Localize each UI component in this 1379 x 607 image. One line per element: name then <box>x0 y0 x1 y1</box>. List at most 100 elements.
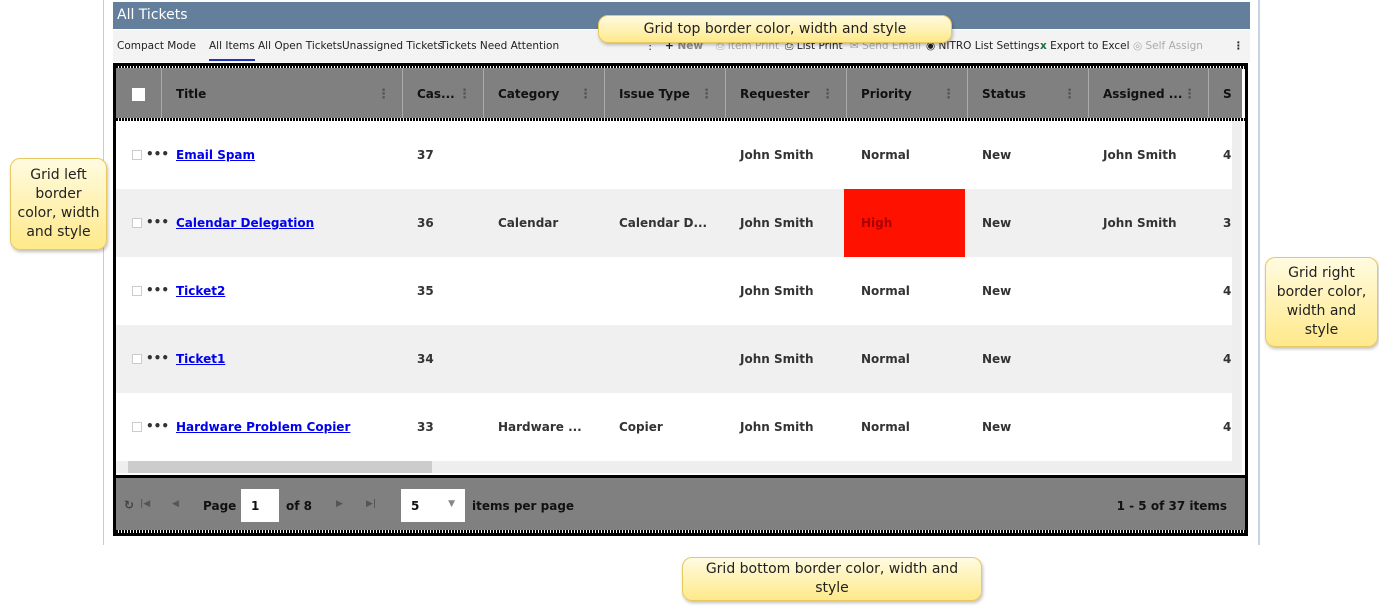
cell-priority: Normal <box>861 352 910 366</box>
ticket-link[interactable]: Ticket1 <box>176 352 225 366</box>
cell-assigned: John Smith <box>1103 148 1177 162</box>
tickets-grid: Title ⋮ Cas... ⋮ Category ⋮ Issue Type ⋮ Req… <box>113 63 1248 536</box>
scrollbar-thumb[interactable] <box>128 461 432 473</box>
column-menu-icon[interactable]: ⋮ <box>377 68 390 121</box>
select-all-cell <box>116 68 162 121</box>
column-header-status[interactable]: Status ⋮ <box>968 68 1089 121</box>
cell-issue: Copier <box>619 420 663 434</box>
callout-left-border: Grid left border color, width and style <box>10 158 107 250</box>
column-menu-icon[interactable]: ⋮ <box>821 68 834 121</box>
cell-category: Calendar <box>498 216 559 230</box>
refresh-icon[interactable]: ↻ <box>124 498 134 512</box>
per-page-label: items per page <box>472 499 575 513</box>
cell-assigned: John Smith <box>1103 216 1177 230</box>
callout-right-border: Grid right border color, width and style <box>1265 257 1378 347</box>
cell-title: Ticket1 <box>162 325 403 393</box>
table-row[interactable]: ••• Ticket2 35 John Smith Normal New 4, <box>116 257 1236 325</box>
cell-issue <box>605 257 726 325</box>
cell-priority: High <box>844 189 965 257</box>
compact-mode-toggle[interactable]: Compact Mode <box>117 40 196 52</box>
column-menu-icon[interactable]: ⋮ <box>942 68 955 121</box>
cell-requester: John Smith <box>740 148 814 162</box>
column-menu-icon[interactable]: ⋮ <box>458 68 471 121</box>
prev-page-icon[interactable]: ◀ <box>172 499 179 509</box>
select-all-checkbox[interactable] <box>132 88 145 101</box>
cell-title: Hardware Problem Copier <box>162 393 403 461</box>
cell-requester: John Smith <box>740 216 814 230</box>
cell-title: Calendar Delegation <box>162 189 403 257</box>
cell-case: 36 <box>417 216 434 230</box>
cell-status: New <box>982 420 1012 434</box>
view-tab-all-items[interactable]: All Items <box>209 40 255 61</box>
column-menu-icon[interactable]: ⋮ <box>700 68 713 121</box>
cell-assigned <box>1089 393 1209 461</box>
cell-status: New <box>982 352 1012 366</box>
cell-category: Hardware ... <box>498 420 582 434</box>
view-tab-all-open[interactable]: All Open Tickets <box>258 40 342 52</box>
cell-priority: Normal <box>861 420 910 434</box>
ticket-link[interactable]: Calendar Delegation <box>176 216 314 230</box>
column-header-priority[interactable]: Priority ⋮ <box>847 68 968 121</box>
column-header-category[interactable]: Category ⋮ <box>484 68 605 121</box>
cell-case: 35 <box>417 284 434 298</box>
page-label: Page <box>203 499 237 513</box>
page-count: of 8 <box>286 499 312 513</box>
table-row[interactable]: ••• Ticket1 34 John Smith Normal New 4, <box>116 325 1236 393</box>
column-menu-icon[interactable]: ⋮ <box>579 68 592 121</box>
row-checkbox[interactable] <box>132 150 142 160</box>
row-checkbox[interactable] <box>132 218 142 228</box>
grid-header: Title ⋮ Cas... ⋮ Category ⋮ Issue Type ⋮ Req… <box>116 68 1242 121</box>
callout-top-border: Grid top border color, width and style <box>598 15 952 43</box>
column-menu-icon[interactable]: ⋮ <box>1063 68 1076 121</box>
items-summary: 1 - 5 of 37 items <box>1116 499 1227 513</box>
cell-title: Ticket2 <box>162 257 403 325</box>
next-page-icon[interactable]: ▶ <box>336 499 343 509</box>
column-header-s[interactable]: S <box>1209 68 1245 121</box>
column-header-issue-type[interactable]: Issue Type ⋮ <box>605 68 726 121</box>
column-header-requester[interactable]: Requester ⋮ <box>726 68 847 121</box>
export-excel-button[interactable]: x Export to Excel <box>1040 40 1130 52</box>
cell-category <box>484 121 605 189</box>
cell-status: New <box>982 148 1012 162</box>
cell-issue <box>605 325 726 393</box>
page-border-left <box>103 0 104 545</box>
cell-issue <box>605 121 726 189</box>
per-page-select[interactable]: 5 ▼ <box>401 489 465 522</box>
pager: ↻ |◀ ◀ Page 1 of 8 ▶ ▶| 5 ▼ items per pag… <box>116 475 1245 533</box>
callout-bottom-border: Grid bottom border color, width and styl… <box>682 557 982 601</box>
ticket-link[interactable]: Hardware Problem Copier <box>176 420 350 434</box>
grid-bottom-border <box>116 530 1245 533</box>
self-assign-button[interactable]: ◎ Self Assign <box>1133 40 1203 52</box>
table-row[interactable]: ••• Calendar Delegation 36 Calendar Calendar… <box>116 189 1237 257</box>
row-checkbox[interactable] <box>132 354 142 364</box>
horizontal-scrollbar[interactable] <box>116 461 1232 473</box>
view-tab-need-attention[interactable]: Tickets Need Attention <box>440 40 559 52</box>
last-page-icon[interactable]: ▶| <box>366 499 376 509</box>
cell-priority: Normal <box>861 148 910 162</box>
more-actions-icon[interactable]: ⋮ <box>1233 40 1244 52</box>
column-header-case[interactable]: Cas... ⋮ <box>403 68 484 121</box>
column-header-assigned[interactable]: Assigned ... ⋮ <box>1089 68 1209 121</box>
table-row[interactable]: ••• Email Spam 37 John Smith Normal New John S… <box>116 121 1236 189</box>
column-menu-icon[interactable]: ⋮ <box>1183 68 1196 121</box>
column-header-title[interactable]: Title ⋮ <box>162 68 403 121</box>
table-row[interactable]: ••• Hardware Problem Copier 33 Hardware ...… <box>116 393 1236 461</box>
cell-status: New <box>982 284 1012 298</box>
cell-priority: Normal <box>861 284 910 298</box>
vertical-scrollbar[interactable] <box>1232 121 1242 473</box>
cell-issue: Calendar D... <box>619 216 708 230</box>
first-page-icon[interactable]: |◀ <box>140 499 150 509</box>
view-tab-unassigned[interactable]: Unassigned Tickets <box>342 40 443 52</box>
cell-requester: John Smith <box>740 420 814 434</box>
ticket-link[interactable]: Email Spam <box>176 148 255 162</box>
ticket-link[interactable]: Ticket2 <box>176 284 225 298</box>
row-checkbox[interactable] <box>132 422 142 432</box>
excel-icon: x <box>1040 40 1047 52</box>
cell-requester: John Smith <box>740 284 814 298</box>
cell-title: Email Spam <box>162 121 403 189</box>
row-checkbox[interactable] <box>132 286 142 296</box>
cell-assigned <box>1089 257 1209 325</box>
cell-case: 34 <box>417 352 434 366</box>
cell-case: 37 <box>417 148 434 162</box>
page-input[interactable]: 1 <box>241 489 279 522</box>
